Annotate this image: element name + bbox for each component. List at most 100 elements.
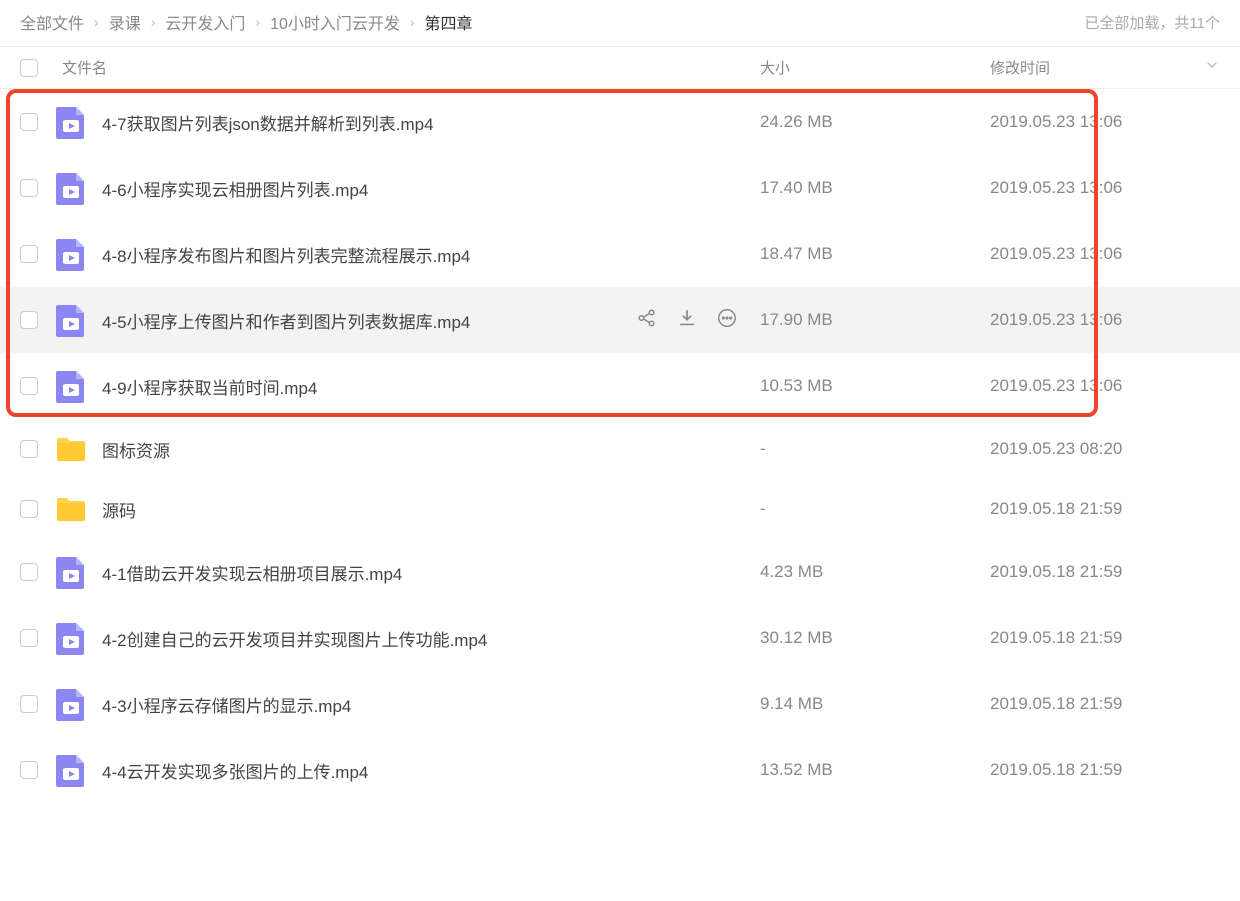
file-row[interactable]: 4-1借助云开发实现云相册项目展示.mp4 4.23 MB2019.05.18 2… [0, 539, 1240, 605]
name-cell: 源码 [56, 495, 760, 523]
file-modified-time: 2019.05.18 21:59 [990, 499, 1220, 519]
breadcrumb-item[interactable]: 10小时入门云开发 [270, 10, 400, 34]
name-cell: 4-8小程序发布图片和图片列表完整流程展示.mp4 [56, 237, 760, 271]
file-name[interactable]: 源码 [102, 497, 136, 522]
row-checkbox[interactable] [20, 629, 38, 647]
file-size: 4.23 MB [760, 562, 990, 582]
load-status: 已全部加载，共11个 [1084, 12, 1220, 33]
name-cell: 图标资源 [56, 435, 760, 463]
name-cell: 4-5小程序上传图片和作者到图片列表数据库.mp4 [56, 303, 760, 337]
file-size: - [760, 439, 990, 459]
video-file-icon [56, 237, 86, 271]
row-actions [636, 307, 760, 334]
file-size: - [760, 499, 990, 519]
name-cell: 4-6小程序实现云相册图片列表.mp4 [56, 171, 760, 205]
file-row[interactable]: 4-8小程序发布图片和图片列表完整流程展示.mp4 18.47 MB2019.05… [0, 221, 1240, 287]
file-row[interactable]: 4-4云开发实现多张图片的上传.mp4 13.52 MB2019.05.18 21… [0, 737, 1240, 803]
file-modified-time: 2019.05.23 13:06 [990, 310, 1220, 330]
row-checkbox[interactable] [20, 245, 38, 263]
file-name[interactable]: 4-3小程序云存储图片的显示.mp4 [102, 692, 351, 717]
chevron-right-icon: › [255, 14, 260, 30]
file-size: 18.47 MB [760, 244, 990, 264]
video-file-icon [56, 621, 86, 655]
row-checkbox[interactable] [20, 695, 38, 713]
row-checkbox[interactable] [20, 311, 38, 329]
chevron-right-icon: › [410, 14, 415, 30]
file-size: 10.53 MB [760, 376, 990, 396]
file-size: 17.90 MB [760, 310, 990, 330]
file-size: 24.26 MB [760, 112, 990, 132]
row-checkbox[interactable] [20, 500, 38, 518]
breadcrumb-item[interactable]: 全部文件 [20, 10, 84, 34]
file-modified-time: 2019.05.18 21:59 [990, 694, 1220, 714]
file-size: 17.40 MB [760, 178, 990, 198]
file-modified-time: 2019.05.23 13:06 [990, 244, 1220, 264]
file-name[interactable]: 4-4云开发实现多张图片的上传.mp4 [102, 758, 368, 783]
file-modified-time: 2019.05.23 13:06 [990, 178, 1220, 198]
file-size: 9.14 MB [760, 694, 990, 714]
file-row[interactable]: 4-9小程序获取当前时间.mp4 10.53 MB2019.05.23 13:06 [0, 353, 1240, 419]
breadcrumb-item[interactable]: 录课 [109, 10, 141, 34]
column-header-name[interactable]: 文件名 [56, 57, 760, 78]
file-size: 30.12 MB [760, 628, 990, 648]
column-header-time[interactable]: 修改时间 [990, 57, 1220, 78]
breadcrumb-item[interactable]: 云开发入门 [165, 10, 245, 34]
file-name[interactable]: 4-1借助云开发实现云相册项目展示.mp4 [102, 560, 402, 585]
name-cell: 4-3小程序云存储图片的显示.mp4 [56, 687, 760, 721]
chevron-down-icon[interactable] [1204, 57, 1220, 77]
file-row[interactable]: 4-6小程序实现云相册图片列表.mp4 17.40 MB2019.05.23 13… [0, 155, 1240, 221]
row-checkbox[interactable] [20, 563, 38, 581]
file-modified-time: 2019.05.23 08:20 [990, 439, 1220, 459]
file-row[interactable]: 4-3小程序云存储图片的显示.mp4 9.14 MB2019.05.18 21:5… [0, 671, 1240, 737]
file-row[interactable]: 图标资源 -2019.05.23 08:20 [0, 419, 1240, 479]
video-file-icon [56, 687, 86, 721]
file-name[interactable]: 4-8小程序发布图片和图片列表完整流程展示.mp4 [102, 242, 470, 267]
select-all-checkbox[interactable] [20, 59, 38, 77]
file-modified-time: 2019.05.18 21:59 [990, 760, 1220, 780]
file-name[interactable]: 4-7获取图片列表json数据并解析到列表.mp4 [102, 110, 434, 135]
top-bar: 全部文件 › 录课 › 云开发入门 › 10小时入门云开发 › 第四章 已全部加… [0, 0, 1240, 46]
folder-icon [56, 495, 86, 523]
name-cell: 4-9小程序获取当前时间.mp4 [56, 369, 760, 403]
video-file-icon [56, 105, 86, 139]
file-row[interactable]: 4-5小程序上传图片和作者到图片列表数据库.mp4 17.90 MB2019.05… [0, 287, 1240, 353]
file-size: 13.52 MB [760, 760, 990, 780]
file-modified-time: 2019.05.23 13:06 [990, 112, 1220, 132]
row-checkbox[interactable] [20, 113, 38, 131]
file-modified-time: 2019.05.23 13:06 [990, 376, 1220, 396]
file-modified-time: 2019.05.18 21:59 [990, 628, 1220, 648]
folder-icon [56, 435, 86, 463]
name-cell: 4-4云开发实现多张图片的上传.mp4 [56, 753, 760, 787]
more-button[interactable] [716, 307, 738, 334]
column-header-size[interactable]: 大小 [760, 57, 990, 78]
name-cell: 4-2创建自己的云开发项目并实现图片上传功能.mp4 [56, 621, 760, 655]
file-name[interactable]: 4-2创建自己的云开发项目并实现图片上传功能.mp4 [102, 626, 487, 651]
video-file-icon [56, 555, 86, 589]
file-list: 4-7获取图片列表json数据并解析到列表.mp424.26 MB2019.05… [0, 89, 1240, 803]
name-cell: 4-1借助云开发实现云相册项目展示.mp4 [56, 555, 760, 589]
video-file-icon [56, 171, 86, 205]
breadcrumb-current: 第四章 [425, 10, 473, 34]
file-name[interactable]: 4-5小程序上传图片和作者到图片列表数据库.mp4 [102, 308, 470, 333]
row-checkbox[interactable] [20, 761, 38, 779]
chevron-right-icon: › [151, 14, 156, 30]
file-row[interactable]: 4-2创建自己的云开发项目并实现图片上传功能.mp4 30.12 MB2019.0… [0, 605, 1240, 671]
file-name[interactable]: 4-6小程序实现云相册图片列表.mp4 [102, 176, 368, 201]
row-checkbox[interactable] [20, 377, 38, 395]
chevron-right-icon: › [94, 14, 99, 30]
file-row[interactable]: 4-7获取图片列表json数据并解析到列表.mp4 24.26 MB2019.05… [0, 89, 1240, 155]
video-file-icon [56, 753, 86, 787]
file-modified-time: 2019.05.18 21:59 [990, 562, 1220, 582]
name-cell: 4-7获取图片列表json数据并解析到列表.mp4 [56, 105, 760, 139]
video-file-icon [56, 303, 86, 337]
file-name[interactable]: 图标资源 [102, 437, 170, 462]
row-checkbox[interactable] [20, 179, 38, 197]
list-header: 文件名 大小 修改时间 [0, 46, 1240, 89]
row-checkbox[interactable] [20, 440, 38, 458]
video-file-icon [56, 369, 86, 403]
file-name[interactable]: 4-9小程序获取当前时间.mp4 [102, 374, 317, 399]
breadcrumb: 全部文件 › 录课 › 云开发入门 › 10小时入门云开发 › 第四章 [20, 10, 473, 34]
download-button[interactable] [676, 307, 698, 334]
share-button[interactable] [636, 307, 658, 334]
file-row[interactable]: 源码 -2019.05.18 21:59 [0, 479, 1240, 539]
